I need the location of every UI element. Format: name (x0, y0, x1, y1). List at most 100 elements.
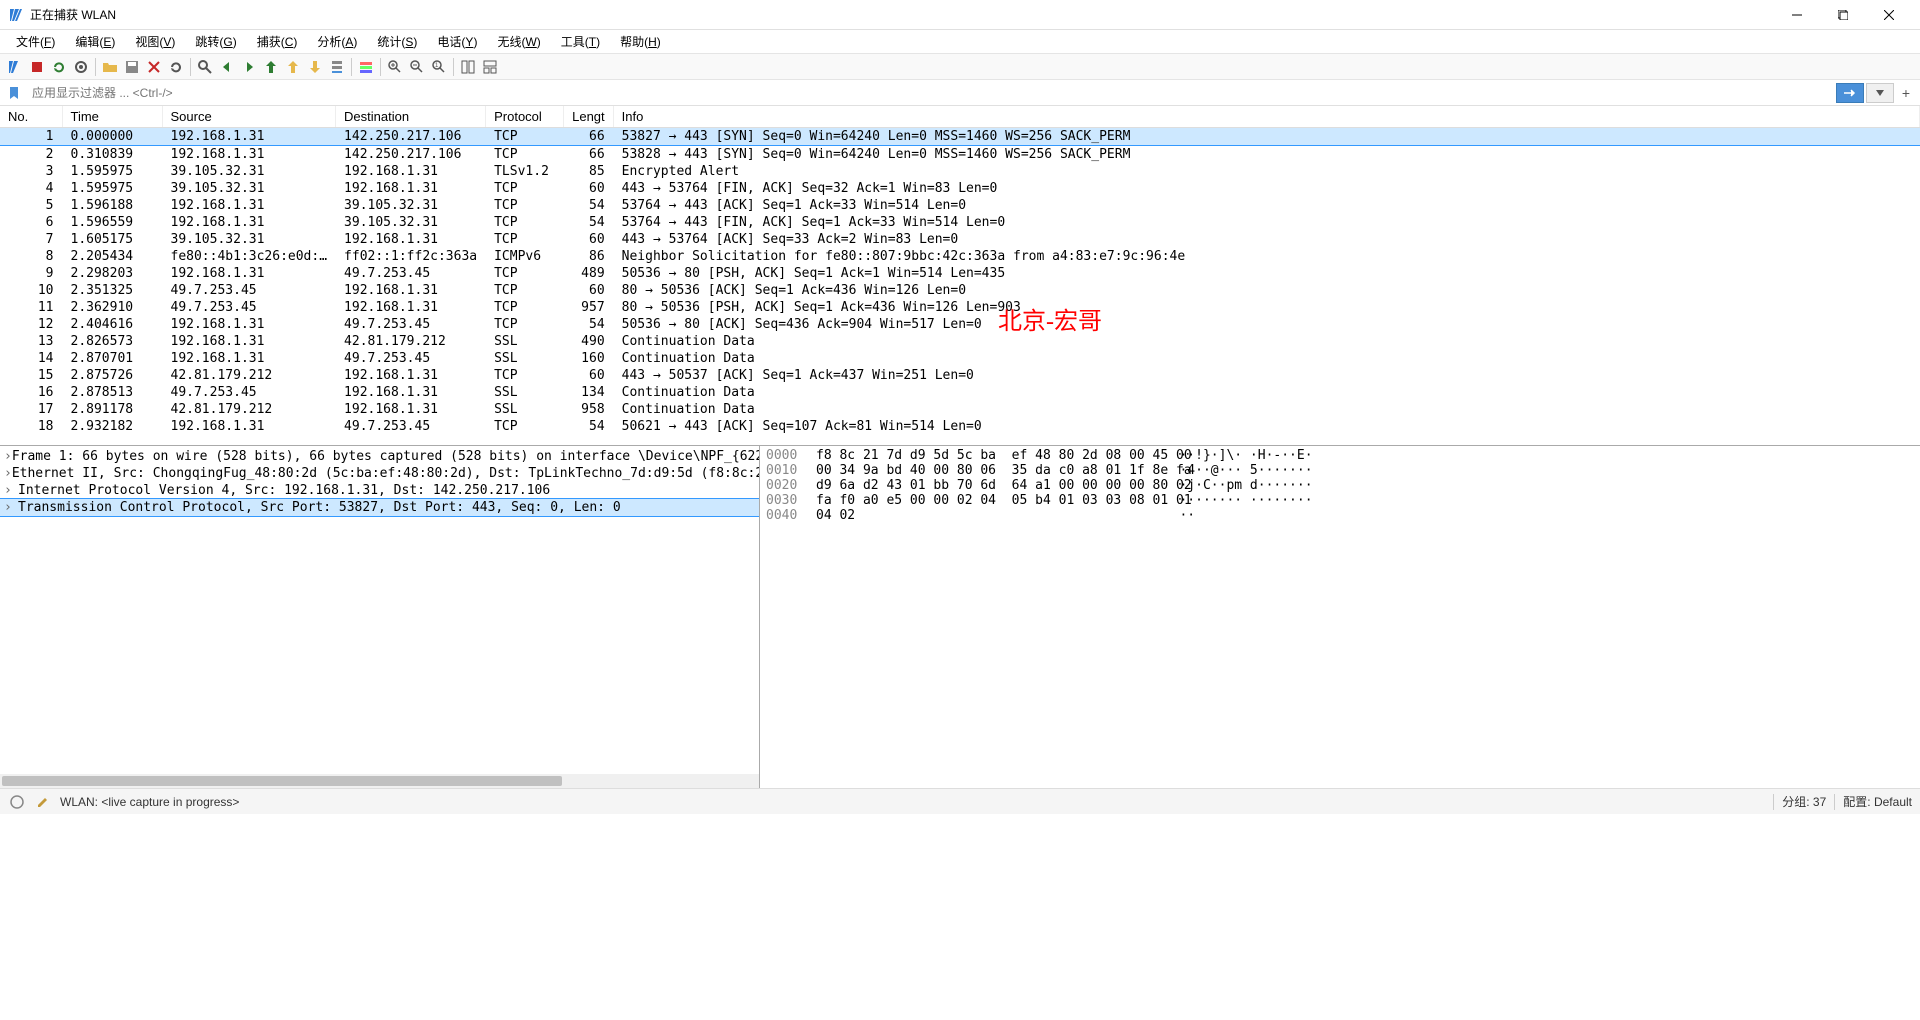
column-no[interactable]: No. (0, 106, 62, 128)
menu-g[interactable]: 跳转(G) (185, 30, 246, 53)
expander-icon[interactable]: › (4, 500, 18, 515)
filter-history-button[interactable] (1866, 83, 1894, 103)
window-title: 正在捕获 WLAN (30, 6, 1774, 23)
menu-c[interactable]: 捕获(C) (247, 30, 308, 53)
layout-icon[interactable] (479, 56, 501, 78)
packet-list-pane[interactable]: No. Time Source Destination Protocol Len… (0, 106, 1920, 446)
menu-a[interactable]: 分析(A) (307, 30, 367, 53)
packet-row[interactable]: 82.205434fe80::4b1:3c26:e0d:…ff02::1:ff2… (0, 248, 1920, 265)
hex-row[interactable]: 001000 34 9a bd 40 00 80 06 35 da c0 a8 … (766, 463, 1914, 478)
column-info[interactable]: Info (613, 106, 1919, 128)
menu-y[interactable]: 电话(Y) (427, 30, 487, 53)
status-text: WLAN: <live capture in progress> (60, 795, 239, 809)
hex-row[interactable]: 0000f8 8c 21 7d d9 5d 5c ba ef 48 80 2d … (766, 448, 1914, 463)
packet-row[interactable]: 20.310839192.168.1.31142.250.217.106TCP6… (0, 146, 1920, 164)
colorize-icon[interactable] (355, 56, 377, 78)
zoom-in-icon[interactable] (384, 56, 406, 78)
tree-row[interactable]: ›Internet Protocol Version 4, Src: 192.1… (0, 482, 759, 499)
capture-options-icon[interactable] (70, 56, 92, 78)
menu-h[interactable]: 帮助(H) (610, 30, 671, 53)
hex-row[interactable]: 0030fa f0 a0 e5 00 00 02 04 05 b4 01 03 … (766, 493, 1914, 508)
maximize-button[interactable] (1820, 0, 1866, 30)
go-first-icon[interactable] (282, 56, 304, 78)
tree-row[interactable]: ›Transmission Control Protocol, Src Port… (0, 499, 759, 516)
menu-f[interactable]: 文件(F) (6, 30, 65, 53)
apply-filter-button[interactable] (1836, 83, 1864, 103)
toolbar-separator (380, 58, 381, 76)
column-protocol[interactable]: Protocol (486, 106, 564, 128)
packet-row[interactable]: 31.59597539.105.32.31192.168.1.31TLSv1.2… (0, 163, 1920, 180)
menu-w[interactable]: 无线(W) (487, 30, 550, 53)
scrollbar-thumb[interactable] (2, 776, 562, 786)
menu-bar: 文件(F)编辑(E)视图(V)跳转(G)捕获(C)分析(A)统计(S)电话(Y)… (0, 30, 1920, 54)
close-file-icon[interactable] (143, 56, 165, 78)
packet-row[interactable]: 112.36291049.7.253.45192.168.1.31TCP9578… (0, 299, 1920, 316)
packet-details-pane[interactable]: ›Frame 1: 66 bytes on wire (528 bits), 6… (0, 446, 760, 788)
reload-file-icon[interactable] (165, 56, 187, 78)
open-file-icon[interactable] (99, 56, 121, 78)
column-length[interactable]: Lengt (564, 106, 614, 128)
menu-v[interactable]: 视图(V) (125, 30, 185, 53)
close-button[interactable] (1866, 0, 1912, 30)
menu-s[interactable]: 统计(S) (367, 30, 427, 53)
packet-row[interactable]: 102.35132549.7.253.45192.168.1.31TCP6080… (0, 282, 1920, 299)
add-filter-button[interactable]: + (1896, 83, 1916, 103)
go-forward-icon[interactable] (238, 56, 260, 78)
status-profile: 配置: Default (1843, 793, 1912, 810)
column-source[interactable]: Source (162, 106, 336, 128)
restart-capture-icon[interactable] (48, 56, 70, 78)
packet-row[interactable]: 182.932182192.168.1.3149.7.253.45TCP5450… (0, 418, 1920, 435)
zoom-out-icon[interactable] (406, 56, 428, 78)
bookmark-icon[interactable] (4, 83, 24, 103)
packet-row[interactable]: 10.000000192.168.1.31142.250.217.106TCP6… (0, 128, 1920, 146)
packet-bytes-pane[interactable]: 0000f8 8c 21 7d d9 5d 5c ba ef 48 80 2d … (760, 446, 1920, 788)
toolbar-separator (453, 58, 454, 76)
title-bar: 正在捕获 WLAN (0, 0, 1920, 30)
hex-row[interactable]: 0020d9 6a d2 43 01 bb 70 6d 64 a1 00 00 … (766, 478, 1914, 493)
packet-row[interactable]: 71.60517539.105.32.31192.168.1.31TCP6044… (0, 231, 1920, 248)
go-back-icon[interactable] (216, 56, 238, 78)
status-separator (1773, 794, 1774, 810)
column-header-row[interactable]: No. Time Source Destination Protocol Len… (0, 106, 1920, 128)
expander-icon[interactable]: › (4, 449, 12, 464)
stop-capture-icon[interactable] (26, 56, 48, 78)
edit-icon[interactable] (34, 793, 52, 811)
packet-row[interactable]: 162.87851349.7.253.45192.168.1.31SSL134C… (0, 384, 1920, 401)
display-filter-input[interactable] (26, 83, 1834, 103)
column-destination[interactable]: Destination (336, 106, 486, 128)
auto-scroll-icon[interactable] (326, 56, 348, 78)
find-icon[interactable] (194, 56, 216, 78)
status-packets: 分组: 37 (1782, 793, 1826, 810)
packet-row[interactable]: 51.596188192.168.1.3139.105.32.31TCP5453… (0, 197, 1920, 214)
expander-icon[interactable]: › (4, 483, 18, 498)
bottom-panes: ›Frame 1: 66 bytes on wire (528 bits), 6… (0, 446, 1920, 788)
expander-icon[interactable]: › (4, 466, 12, 481)
packet-row[interactable]: 122.404616192.168.1.3149.7.253.45TCP5450… (0, 316, 1920, 333)
zoom-reset-icon[interactable]: 1 (428, 56, 450, 78)
tree-row[interactable]: ›Ethernet II, Src: ChongqingFug_48:80:2d… (0, 465, 759, 482)
horizontal-scrollbar[interactable] (0, 774, 759, 788)
column-time[interactable]: Time (62, 106, 162, 128)
save-file-icon[interactable] (121, 56, 143, 78)
expert-info-icon[interactable] (8, 793, 26, 811)
packet-row[interactable]: 142.870701192.168.1.3149.7.253.45SSL160C… (0, 350, 1920, 367)
go-last-icon[interactable] (304, 56, 326, 78)
resize-columns-icon[interactable] (457, 56, 479, 78)
packet-row[interactable]: 61.596559192.168.1.3139.105.32.31TCP5453… (0, 214, 1920, 231)
packet-row[interactable]: 172.89117842.81.179.212192.168.1.31SSL95… (0, 401, 1920, 418)
packet-row[interactable]: 92.298203192.168.1.3149.7.253.45TCP48950… (0, 265, 1920, 282)
filter-bar: + (0, 80, 1920, 106)
packet-row[interactable]: 132.826573192.168.1.3142.81.179.212SSL49… (0, 333, 1920, 350)
packet-row[interactable]: 152.87572642.81.179.212192.168.1.31TCP60… (0, 367, 1920, 384)
toolbar-separator (95, 58, 96, 76)
menu-e[interactable]: 编辑(E) (65, 30, 125, 53)
packet-row[interactable]: 41.59597539.105.32.31192.168.1.31TCP6044… (0, 180, 1920, 197)
hex-row[interactable]: 004004 02 ·· (766, 508, 1914, 523)
tree-row[interactable]: ›Frame 1: 66 bytes on wire (528 bits), 6… (0, 448, 759, 465)
toolbar-separator (351, 58, 352, 76)
menu-t[interactable]: 工具(T) (551, 30, 610, 53)
start-capture-icon[interactable] (4, 56, 26, 78)
go-to-packet-icon[interactable] (260, 56, 282, 78)
app-icon (8, 7, 24, 23)
minimize-button[interactable] (1774, 0, 1820, 30)
